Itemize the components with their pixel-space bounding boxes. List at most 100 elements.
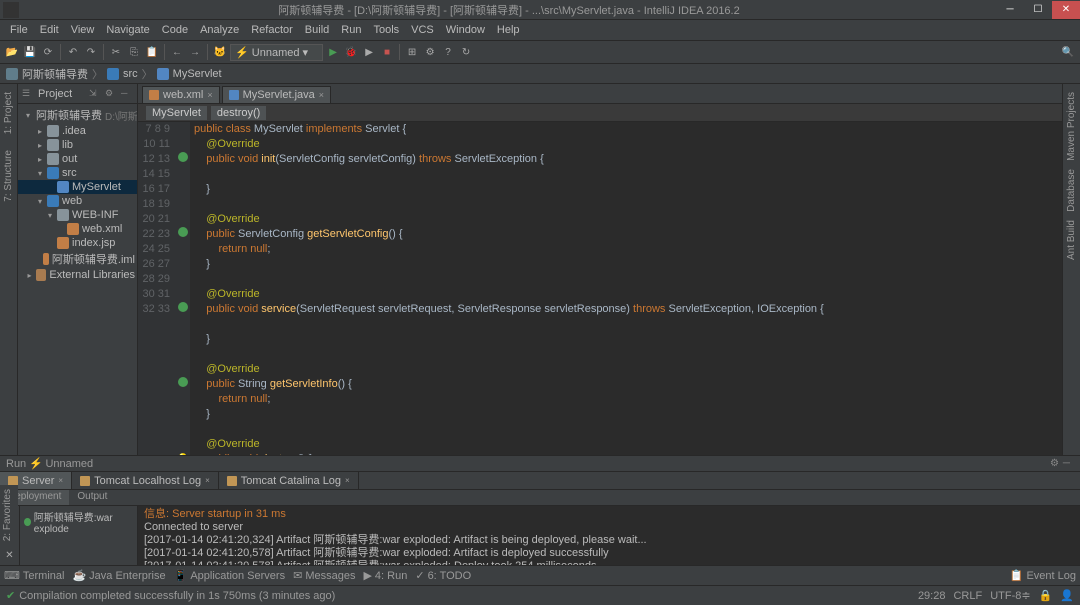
bottom-tab[interactable]: ☕Java Enterprise [72,569,165,582]
menu-vcs[interactable]: VCS [405,22,440,38]
close-icon[interactable]: × [319,90,324,100]
close-icon[interactable]: × [205,476,210,485]
maven-tab[interactable]: Maven Projects [1064,88,1079,165]
gutter-marks[interactable]: 💡 [176,122,190,455]
tree-item[interactable]: ▸out [18,152,137,166]
run-tab[interactable]: Tomcat Catalina Log× [219,472,359,489]
tree-item[interactable]: ▾src [18,166,137,180]
artifact-item[interactable]: 阿斯顿辅导费:war explode [22,508,135,536]
gear-icon[interactable]: ⚙ [105,88,117,100]
tree-item[interactable]: MyServlet [18,180,137,194]
close-button[interactable]: ✕ [1052,1,1080,19]
bottom-tab[interactable]: ✓6: TODO [415,569,471,582]
project-tree[interactable]: ▾ 阿斯顿辅导费 D:\阿斯顿辅导费 ▸.idea▸lib▸out▾srcMyS… [18,104,137,455]
cursor-position[interactable]: 29:28 [918,590,946,602]
ant-tab[interactable]: Ant Build [1064,216,1079,264]
console-output[interactable]: 信息: Server startup in 31 msConnected to … [138,506,1080,565]
structure-icon[interactable]: ⊞ [404,44,420,60]
view-icon[interactable]: ☰ [22,88,34,100]
deployment-tree[interactable]: 阿斯顿辅导费:war explode [20,506,138,565]
hide-icon[interactable]: ─ [121,88,133,100]
structure-tab[interactable]: 7: Structure [1,146,16,206]
intention-bulb-icon[interactable]: 💡 [177,454,189,455]
menu-code[interactable]: Code [156,22,194,38]
event-log-tab[interactable]: 📋Event Log [1010,569,1076,582]
update-icon[interactable]: ↻ [458,44,474,60]
tree-item[interactable]: ▸lib [18,138,137,152]
override-icon[interactable] [178,377,188,387]
tree-item[interactable]: index.jsp [18,236,137,250]
menu-analyze[interactable]: Analyze [194,22,245,38]
search-icon[interactable]: 🔍 [1060,44,1076,60]
override-icon[interactable] [178,302,188,312]
run-config-select[interactable]: ⚡ Unnamed ▾ [230,44,323,61]
save-icon[interactable]: 💾 [22,44,38,60]
redo-icon[interactable]: ↷ [83,44,99,60]
override-icon[interactable] [178,227,188,237]
menu-window[interactable]: Window [440,22,491,38]
breadcrumb-item[interactable]: MyServlet [173,68,222,80]
minimize-button[interactable]: ─ [996,1,1024,19]
editor-tab[interactable]: web.xml× [142,86,220,103]
menu-run[interactable]: Run [335,22,367,38]
tree-item[interactable]: web.xml [18,222,137,236]
breadcrumb-item[interactable]: 阿斯顿辅导费 [22,66,88,82]
nav-method[interactable]: destroy() [211,106,266,120]
menu-refactor[interactable]: Refactor [245,22,299,38]
open-icon[interactable]: 📂 [4,44,20,60]
paste-icon[interactable]: 📋 [144,44,160,60]
project-tab[interactable]: 1: Project [1,88,16,138]
menu-tools[interactable]: Tools [367,22,405,38]
gear-icon[interactable]: ⚙ [1050,458,1059,469]
collapse-icon[interactable]: ⇲ [89,88,101,100]
tree-item[interactable]: ▸.idea [18,124,137,138]
menu-build[interactable]: Build [299,22,335,38]
settings-icon[interactable]: ⚙ [422,44,438,60]
run-icon[interactable]: ▶ [325,44,341,60]
close-icon[interactable]: × [345,476,350,485]
bottom-tab[interactable]: ▶4: Run [363,569,407,582]
cut-icon[interactable]: ✂ [108,44,124,60]
output-tab[interactable]: Output [69,490,115,505]
tree-item[interactable]: ▾WEB-INF [18,208,137,222]
code-content[interactable]: public class MyServlet implements Servle… [190,122,1062,455]
tree-item[interactable]: ▾web [18,194,137,208]
copy-icon[interactable]: ⎘ [126,44,142,60]
tree-item[interactable]: ▸External Libraries [18,268,137,282]
favorites-tab[interactable]: 2: Favorites [0,485,15,545]
editor-tab[interactable]: MyServlet.java× [222,86,331,103]
breadcrumb-item[interactable]: src [123,68,138,80]
close-icon[interactable]: × [207,90,212,100]
stop-icon[interactable]: ■ [379,44,395,60]
tree-root[interactable]: ▾ 阿斯顿辅导费 D:\阿斯顿辅导费 [18,106,137,124]
close-icon[interactable]: ✕ [2,547,18,563]
maximize-button[interactable]: ☐ [1024,1,1052,19]
undo-icon[interactable]: ↶ [65,44,81,60]
hector-icon[interactable]: 👤 [1060,589,1074,602]
menu-navigate[interactable]: Navigate [100,22,155,38]
close-icon[interactable]: × [58,476,63,485]
help-icon[interactable]: ? [440,44,456,60]
lock-icon[interactable]: 🔒 [1039,589,1053,602]
editor-body[interactable]: 7 8 9 10 11 12 13 14 15 16 17 18 19 20 2… [138,122,1062,455]
menu-help[interactable]: Help [491,22,526,38]
run-tab[interactable]: Tomcat Localhost Log× [72,472,219,489]
debug-icon[interactable]: 🐞 [343,44,359,60]
override-icon[interactable] [178,152,188,162]
menu-file[interactable]: File [4,22,34,38]
tomcat-icon[interactable]: 🐱 [212,44,228,60]
bottom-tab[interactable]: ✉Messages [293,569,355,582]
bottom-tab[interactable]: ⌨Terminal [4,569,64,582]
line-separator[interactable]: CRLF [953,590,982,602]
database-tab[interactable]: Database [1064,165,1079,216]
nav-class[interactable]: MyServlet [146,106,207,120]
forward-icon[interactable]: → [187,44,203,60]
refresh-icon[interactable]: ⟳ [40,44,56,60]
hide-icon[interactable]: ─ [1063,458,1070,469]
back-icon[interactable]: ← [169,44,185,60]
menu-edit[interactable]: Edit [34,22,65,38]
menu-view[interactable]: View [65,22,101,38]
coverage-icon[interactable]: ▶ [361,44,377,60]
bottom-tab[interactable]: 📱Application Servers [174,569,285,582]
tree-item[interactable]: 阿斯顿辅导费.iml [18,250,137,268]
